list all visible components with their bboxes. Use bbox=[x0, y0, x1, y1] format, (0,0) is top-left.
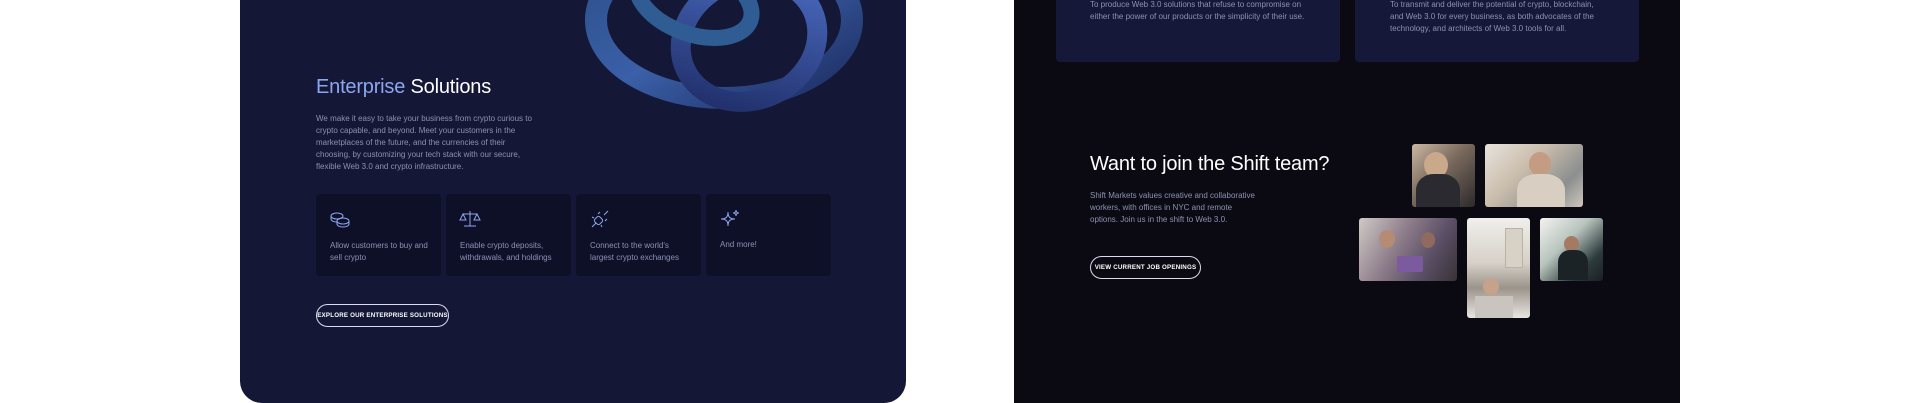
team-photo-laptop-meeting bbox=[1359, 218, 1457, 281]
feature-grid: Allow customers to buy and sell crypto E… bbox=[316, 194, 831, 276]
feature-card-more: And more! bbox=[706, 194, 831, 276]
coins-icon bbox=[330, 212, 350, 228]
feature-card-exchanges: Connect to the world's largest crypto ex… bbox=[576, 194, 701, 276]
feature-text: Allow customers to buy and sell crypto bbox=[330, 241, 428, 262]
feature-card-deposits: Enable crypto deposits, withdrawals, and… bbox=[446, 194, 571, 276]
3d-ring-graphic bbox=[585, 0, 863, 112]
title-accent: Enterprise bbox=[316, 76, 406, 98]
plug-connect-icon bbox=[591, 210, 609, 228]
feature-card-buy-sell: Allow customers to buy and sell crypto bbox=[316, 194, 441, 276]
scale-icon bbox=[459, 211, 481, 227]
feature-text: Enable crypto deposits, withdrawals, and… bbox=[460, 241, 552, 262]
join-team-panel: To produce Web 3.0 solutions that refuse… bbox=[1014, 0, 1680, 403]
feature-text: Connect to the world's largest crypto ex… bbox=[590, 241, 679, 262]
enterprise-description: We make it easy to take your business fr… bbox=[316, 114, 532, 171]
explore-enterprise-button[interactable]: EXPLORE OUR ENTERPRISE SOLUTIONS bbox=[316, 304, 449, 327]
team-photo-woman-desk bbox=[1467, 218, 1530, 318]
vision-text: To transmit and deliver the potential of… bbox=[1390, 0, 1594, 33]
feature-text: And more! bbox=[720, 240, 757, 249]
enterprise-solutions-panel: Enterprise Solutions We make it easy to … bbox=[240, 0, 906, 403]
team-photo-man-computer bbox=[1540, 218, 1603, 281]
page: Enterprise Solutions We make it easy to … bbox=[0, 0, 1920, 403]
enterprise-title: Enterprise Solutions bbox=[316, 76, 491, 99]
team-photo-woman-laughing bbox=[1412, 144, 1475, 207]
view-job-openings-button[interactable]: VIEW CURRENT JOB OPENINGS bbox=[1090, 256, 1201, 279]
join-description: Shift Markets values creative and collab… bbox=[1090, 191, 1255, 224]
mission-text: To produce Web 3.0 solutions that refuse… bbox=[1090, 0, 1305, 21]
team-photo-man-glasses bbox=[1485, 144, 1583, 207]
mission-card: To produce Web 3.0 solutions that refuse… bbox=[1056, 0, 1340, 62]
sparkle-icon bbox=[720, 209, 740, 227]
join-title: Want to join the Shift team? bbox=[1090, 153, 1330, 175]
title-rest: Solutions bbox=[405, 76, 492, 98]
vision-card: To transmit and deliver the potential of… bbox=[1355, 0, 1639, 62]
